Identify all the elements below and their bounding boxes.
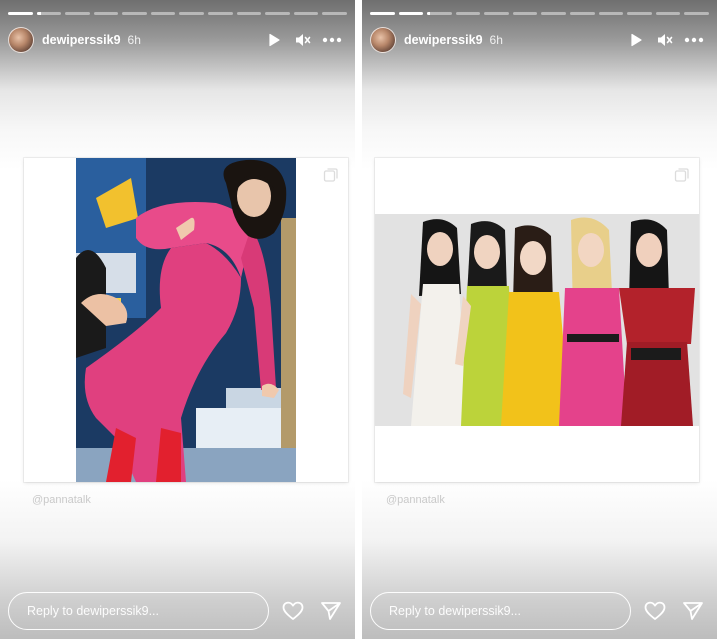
- mute-icon: [296, 34, 311, 46]
- more-options-button[interactable]: [319, 27, 345, 53]
- more-options-button[interactable]: [681, 27, 707, 53]
- progress-segment: [398, 12, 424, 15]
- post-time: 6h: [489, 33, 503, 47]
- progress-segment: [370, 12, 395, 15]
- story-progress-bar: [370, 12, 709, 15]
- progress-segment: [65, 12, 90, 15]
- more-icon: [322, 37, 342, 43]
- progress-segment: [93, 12, 119, 15]
- progress-segment: [179, 12, 205, 15]
- mute-icon: [658, 34, 673, 46]
- play-icon: [269, 33, 280, 47]
- play-button[interactable]: [261, 27, 287, 53]
- post-photo: [76, 158, 296, 482]
- progress-segment: [36, 12, 62, 15]
- like-button[interactable]: [641, 597, 669, 625]
- post-time: 6h: [127, 33, 141, 47]
- progress-segment: [265, 12, 290, 15]
- multiple-photos-icon: [674, 168, 689, 182]
- reply-input[interactable]: [370, 592, 632, 630]
- multiple-photos-icon: [323, 168, 338, 182]
- progress-segment: [208, 12, 233, 15]
- progress-segment: [122, 12, 147, 15]
- story-panel-right[interactable]: dewiperssik9 6h @pannatalk Reply to dewi…: [362, 0, 717, 639]
- story-footer: [370, 592, 707, 630]
- source-watermark: @pannatalk: [386, 494, 445, 506]
- play-button[interactable]: [623, 27, 649, 53]
- photo-illustration: [76, 158, 296, 482]
- send-icon: [683, 602, 703, 620]
- progress-segment: [455, 12, 481, 15]
- send-icon: [321, 602, 341, 620]
- username[interactable]: dewiperssik9: [42, 33, 121, 47]
- avatar[interactable]: [370, 27, 396, 53]
- shared-post-card[interactable]: [375, 158, 699, 482]
- heart-icon: [644, 601, 666, 620]
- progress-segment: [484, 12, 509, 15]
- source-watermark: @pannatalk: [32, 494, 91, 506]
- story-footer: [8, 592, 345, 630]
- progress-segment: [684, 12, 709, 15]
- story-progress-bar: [8, 12, 347, 15]
- send-button[interactable]: [317, 597, 345, 625]
- heart-icon: [282, 601, 304, 620]
- progress-segment: [512, 12, 538, 15]
- progress-segment: [427, 12, 452, 15]
- play-icon: [631, 33, 642, 47]
- progress-segment: [655, 12, 681, 15]
- progress-segment: [150, 12, 176, 15]
- mute-button[interactable]: [290, 27, 316, 53]
- shared-post-card[interactable]: [24, 158, 348, 482]
- avatar[interactable]: [8, 27, 34, 53]
- progress-segment: [293, 12, 319, 15]
- mute-button[interactable]: [652, 27, 678, 53]
- progress-segment: [570, 12, 595, 15]
- progress-segment: [627, 12, 652, 15]
- story-panel-left[interactable]: dewiperssik9 6h @pannatalk Reply to dewi…: [0, 0, 355, 639]
- story-header: dewiperssik9 6h: [8, 26, 345, 54]
- photo-illustration: [375, 214, 699, 426]
- progress-segment: [322, 12, 347, 15]
- story-header: dewiperssik9 6h: [370, 26, 707, 54]
- send-button[interactable]: [679, 597, 707, 625]
- progress-segment: [598, 12, 624, 15]
- panel-divider: [355, 0, 362, 639]
- progress-segment: [541, 12, 567, 15]
- more-icon: [684, 37, 704, 43]
- like-button[interactable]: [279, 597, 307, 625]
- progress-segment: [236, 12, 262, 15]
- username[interactable]: dewiperssik9: [404, 33, 483, 47]
- post-photo: [375, 214, 699, 426]
- reply-input[interactable]: [8, 592, 270, 630]
- progress-segment: [8, 12, 33, 15]
